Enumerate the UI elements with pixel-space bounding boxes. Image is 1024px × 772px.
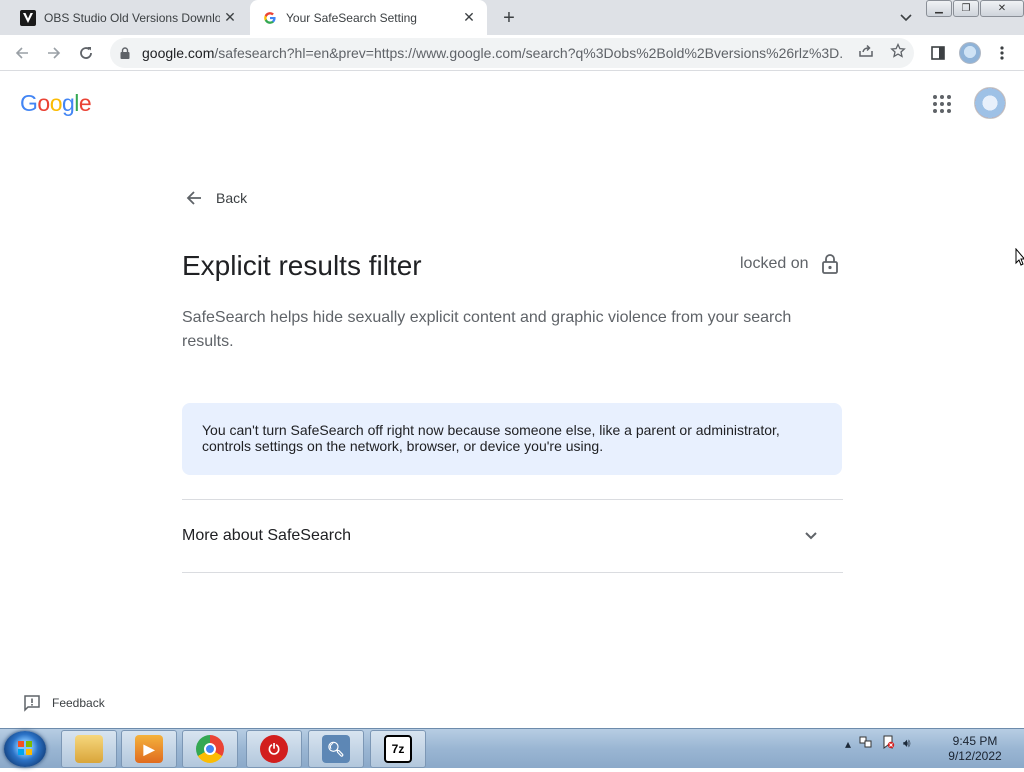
- taskbar-clock[interactable]: 9:45 PM 9/12/2022: [940, 734, 1010, 764]
- clock-time: 9:45 PM: [952, 734, 998, 748]
- apps-grid-icon[interactable]: [930, 92, 954, 116]
- start-button[interactable]: [4, 731, 46, 767]
- more-label: More about SafeSearch: [182, 527, 351, 544]
- tab-strip: OBS Studio Old Versions Downlo ✕ Your Sa…: [0, 0, 1024, 35]
- bookmark-star-icon[interactable]: [888, 41, 908, 61]
- feedback-link[interactable]: Feedback: [22, 693, 105, 713]
- mouse-cursor-icon: [1015, 248, 1024, 266]
- share-icon[interactable]: [856, 41, 876, 61]
- power-icon[interactable]: ⏻: [246, 730, 302, 768]
- arrow-left-icon: [182, 186, 206, 210]
- restore-button[interactable]: ❐: [953, 0, 979, 17]
- back-link[interactable]: Back: [182, 186, 247, 210]
- profile-avatar[interactable]: [958, 41, 982, 65]
- google-g-icon: [262, 10, 278, 26]
- reload-icon[interactable]: [74, 41, 98, 65]
- page-title: Explicit results filter: [182, 250, 422, 281]
- tab-search-chevron-icon[interactable]: [896, 8, 916, 28]
- back-label: Back: [216, 190, 248, 206]
- volume-icon[interactable]: 🔊︎: [903, 736, 911, 751]
- magnifier-app-icon[interactable]: 🔍︎: [308, 730, 364, 768]
- network-icon[interactable]: [859, 735, 873, 752]
- google-logo[interactable]: Google: [20, 90, 92, 117]
- tab-obs-studio[interactable]: OBS Studio Old Versions Downlo ✕: [8, 0, 248, 35]
- close-tab-icon[interactable]: ✕: [220, 8, 240, 28]
- address-bar[interactable]: google.com/safesearch?hl=en&prev=https:/…: [110, 38, 914, 68]
- lock-icon[interactable]: [120, 47, 134, 59]
- chevron-down-icon[interactable]: [799, 524, 823, 548]
- url-text[interactable]: google.com/safesearch?hl=en&prev=https:/…: [142, 45, 842, 61]
- action-center-icon[interactable]: [881, 735, 895, 752]
- tab-title: Your SafeSearch Setting: [286, 10, 417, 25]
- padlock-icon: [819, 252, 841, 276]
- status-label: locked on: [740, 255, 809, 272]
- feedback-label: Feedback: [52, 696, 105, 710]
- window-controls: ▁ ❐ ✕: [925, 0, 1024, 18]
- more-about-safesearch[interactable]: More about SafeSearch: [182, 500, 843, 572]
- feedback-icon: [22, 693, 42, 713]
- account-avatar[interactable]: [974, 87, 1006, 119]
- file-explorer-icon[interactable]: [61, 730, 117, 768]
- tab-title: OBS Studio Old Versions Downlo: [44, 10, 220, 25]
- 7zip-icon[interactable]: 7z: [370, 730, 426, 768]
- divider: [182, 572, 843, 573]
- safesearch-page: Google Back Explicit results filter lock…: [0, 72, 1024, 728]
- close-tab-icon[interactable]: ✕: [459, 8, 479, 28]
- window-close-button[interactable]: ✕: [980, 0, 1024, 17]
- system-tray: ▴ 🔊︎: [845, 735, 911, 752]
- browser-toolbar: google.com/safesearch?hl=en&prev=https:/…: [0, 35, 1024, 71]
- lock-status: locked on: [740, 252, 841, 276]
- taskbar: ▶ ⏻ 🔍︎ 7z ▴ 🔊︎ 9:45 PM 9/12/2022: [0, 728, 1024, 768]
- forward-arrow-icon[interactable]: [42, 41, 66, 65]
- locked-notice: You can't turn SafeSearch off right now …: [182, 403, 842, 475]
- safesearch-description: SafeSearch helps hide sexually explicit …: [182, 309, 792, 350]
- clock-date: 9/12/2022: [948, 749, 1002, 763]
- media-player-icon[interactable]: ▶: [121, 730, 177, 768]
- new-tab-button[interactable]: +: [498, 7, 520, 29]
- v-logo-icon: [20, 9, 36, 26]
- side-panel-icon[interactable]: [926, 41, 950, 65]
- back-arrow-icon[interactable]: [10, 41, 34, 65]
- tab-safesearch[interactable]: Your SafeSearch Setting ✕: [250, 0, 487, 35]
- tray-expand-icon[interactable]: ▴: [845, 737, 851, 751]
- minimize-button[interactable]: ▁: [926, 0, 952, 17]
- menu-kebab-icon[interactable]: [990, 41, 1014, 65]
- chrome-icon[interactable]: [182, 730, 238, 768]
